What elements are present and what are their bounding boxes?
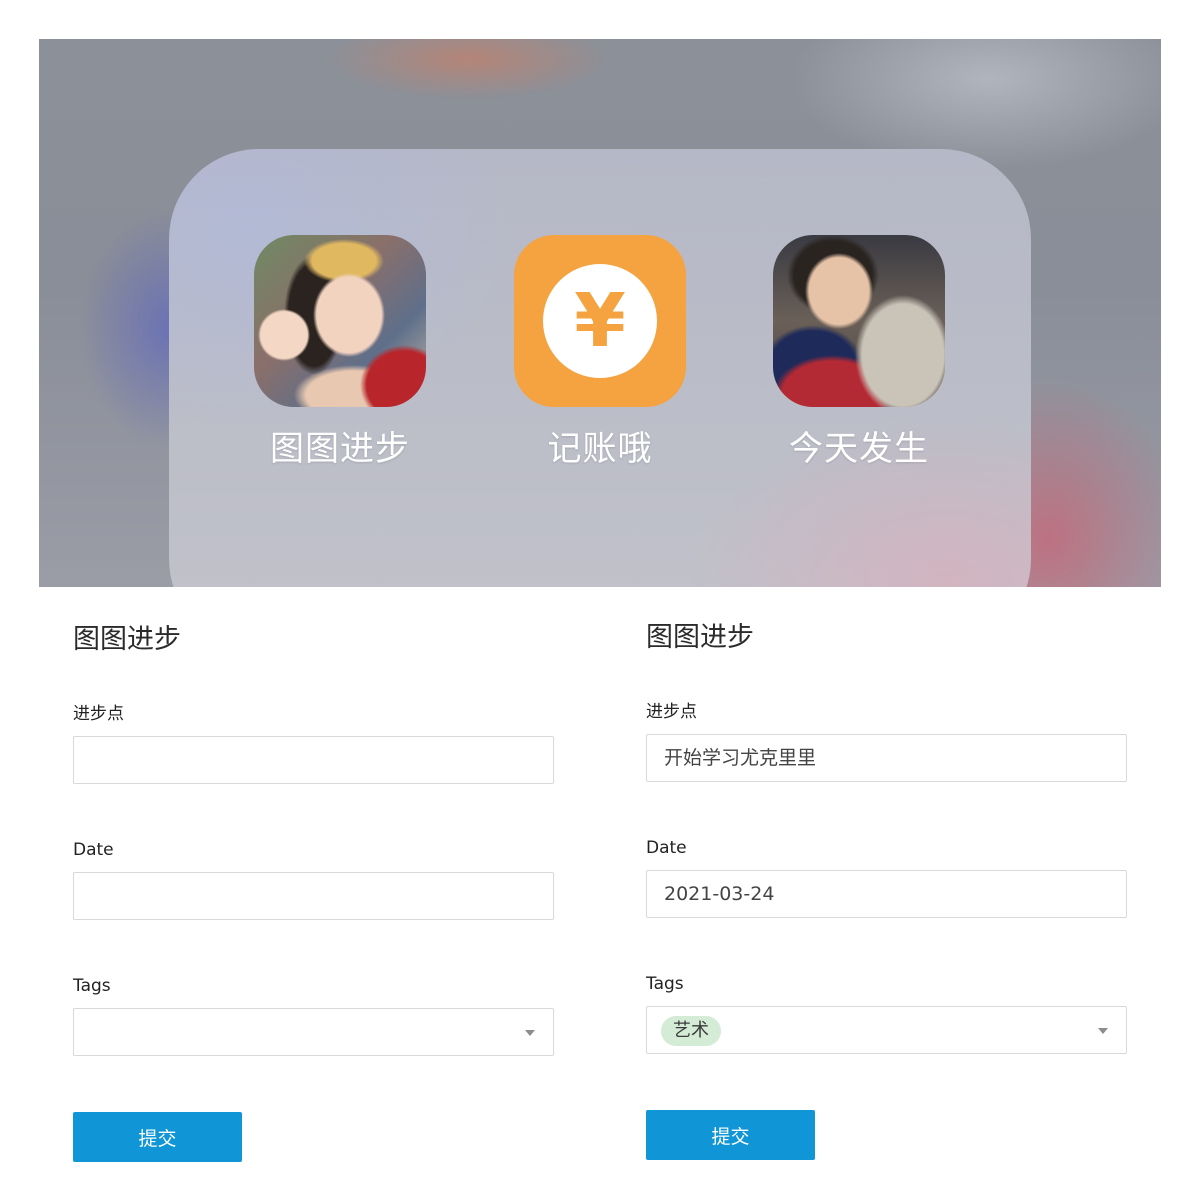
yuan-circle: ¥ [543,264,657,378]
app-label: 今天发生 [789,429,929,469]
progress-label: 进步点 [73,704,124,724]
submit-button[interactable]: 提交 [73,1112,242,1162]
app-tutu-progress[interactable]: 图图进步 [254,235,426,470]
tags-select[interactable] [73,1008,554,1056]
tags-select[interactable]: 艺术 [646,1006,1127,1054]
home-screen-panel: 图图进步 ¥ 记账哦 今天发生 [39,39,1161,587]
submit-button[interactable]: 提交 [646,1110,815,1160]
date-input[interactable] [73,872,554,920]
app-label: 记账哦 [547,429,653,469]
yuan-glyph: ¥ [574,278,626,364]
tags-label: Tags [646,974,684,994]
form-title: 图图进步 [646,622,754,653]
progress-input[interactable] [73,736,554,784]
date-input[interactable]: 2021-03-24 [646,870,1127,918]
form-title: 图图进步 [73,624,181,655]
progress-input[interactable]: 开始学习尤克里里 [646,734,1127,782]
yuan-icon[interactable]: ¥ [514,235,686,407]
app-bookkeeping[interactable]: ¥ 记账哦 [514,235,686,470]
chevron-down-icon[interactable] [525,1030,535,1036]
family-photo-icon[interactable] [254,235,426,407]
app-label: 图图进步 [270,429,410,469]
tags-label: Tags [73,976,111,996]
progress-label: 进步点 [646,702,697,722]
selfie-with-cat-icon[interactable] [773,235,945,407]
app-today-happened[interactable]: 今天发生 [773,235,945,470]
date-label: Date [646,838,687,858]
chevron-down-icon[interactable] [1098,1028,1108,1034]
tag-chip[interactable]: 艺术 [661,1016,721,1046]
progress-form-filled: 图图进步 进步点 开始学习尤克里里 Date 2021-03-24 Tags 艺… [646,598,1127,1160]
app-folder: 图图进步 ¥ 记账哦 今天发生 [169,149,1031,587]
progress-form-empty: 图图进步 进步点 Date Tags 提交 [73,600,554,1162]
date-label: Date [73,840,114,860]
